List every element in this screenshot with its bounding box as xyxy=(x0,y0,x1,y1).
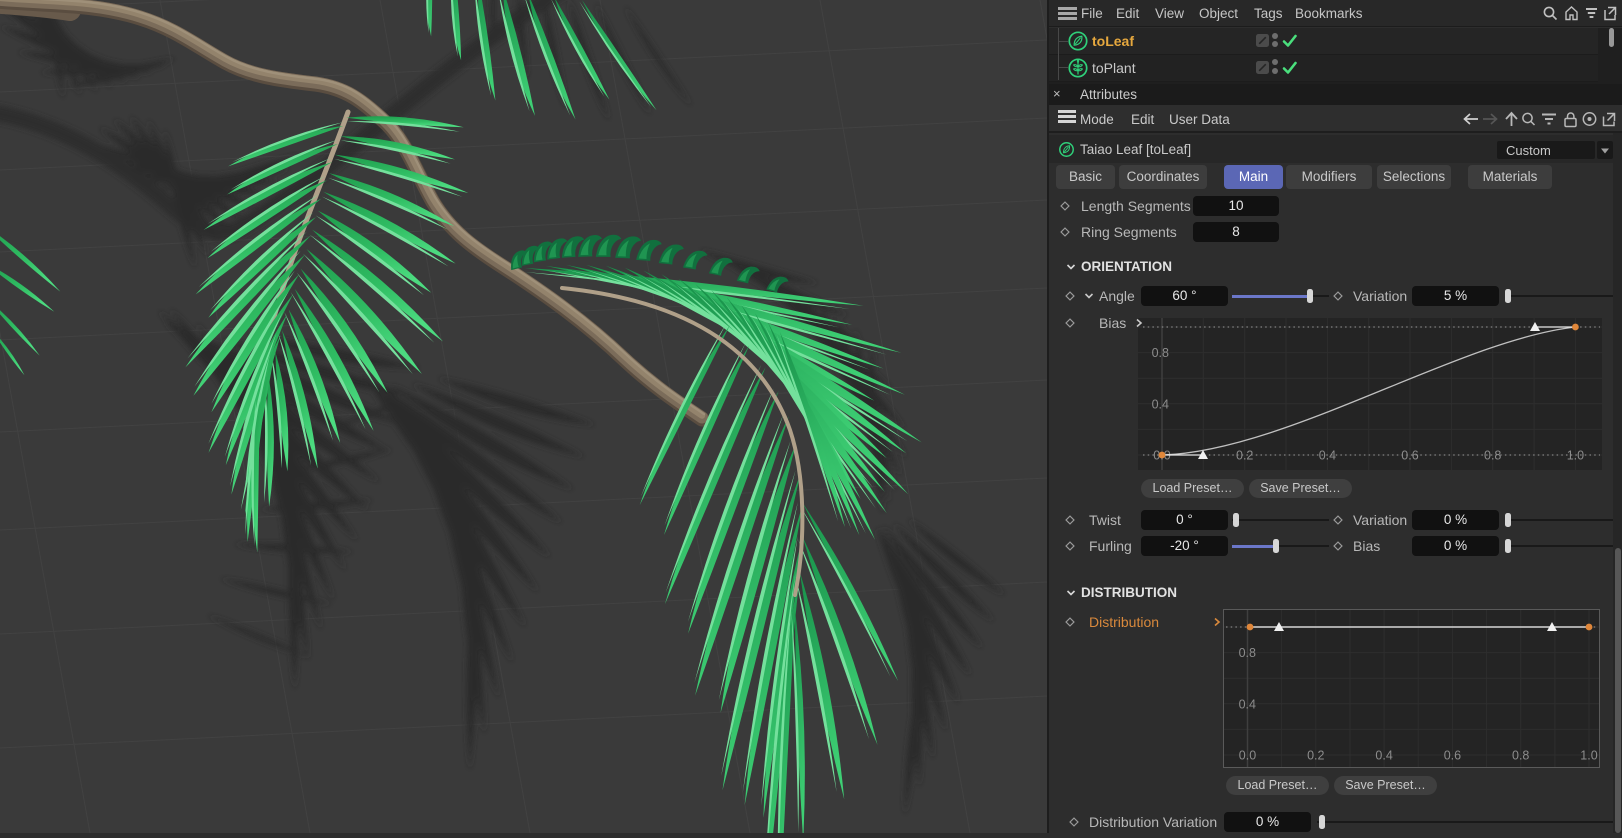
svg-text:0.8: 0.8 xyxy=(1484,449,1501,463)
svg-text:0.8: 0.8 xyxy=(1152,346,1169,360)
svg-text:0.2: 0.2 xyxy=(1236,449,1253,463)
svg-text:0.6: 0.6 xyxy=(1444,749,1461,763)
svg-text:0.4: 0.4 xyxy=(1375,749,1392,763)
svg-text:1.0: 1.0 xyxy=(1580,749,1597,763)
svg-text:0.0: 0.0 xyxy=(1239,749,1256,763)
svg-text:0.6: 0.6 xyxy=(1401,449,1418,463)
svg-text:0.4: 0.4 xyxy=(1319,449,1336,463)
svg-text:0.8: 0.8 xyxy=(1239,646,1256,660)
svg-text:0.8: 0.8 xyxy=(1512,749,1529,763)
svg-text:1.0: 1.0 xyxy=(1567,449,1584,463)
svg-text:0.2: 0.2 xyxy=(1307,749,1324,763)
svg-text:0.4: 0.4 xyxy=(1239,697,1256,711)
svg-text:0.4: 0.4 xyxy=(1152,397,1169,411)
